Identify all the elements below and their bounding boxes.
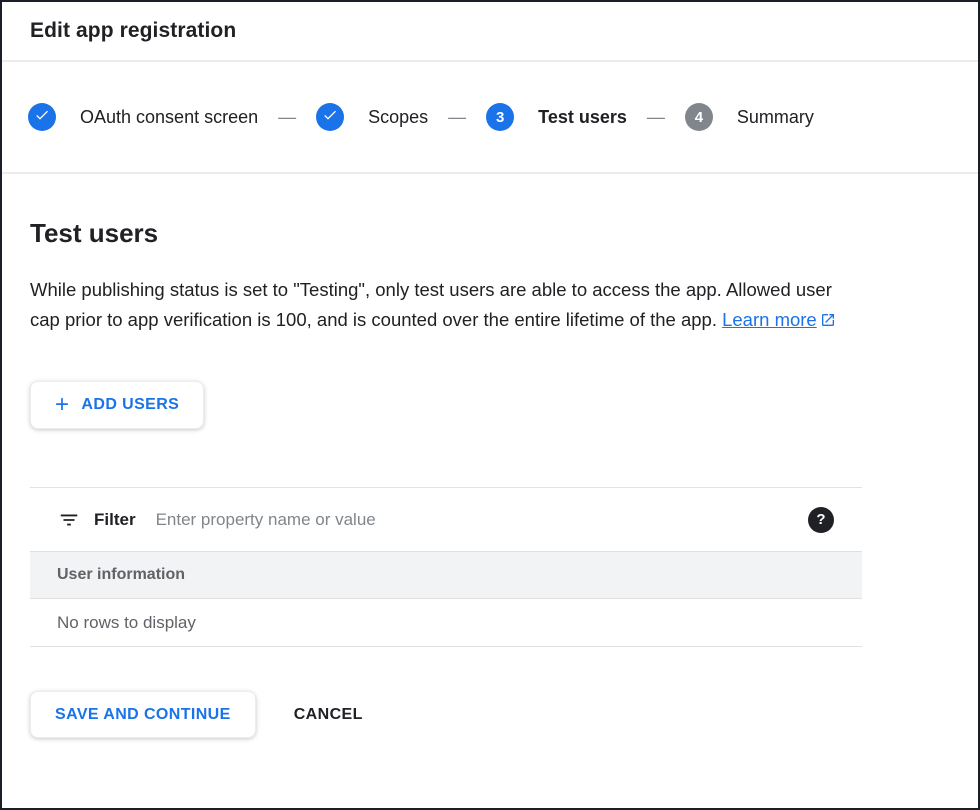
step-number: 3 [496,109,504,126]
plus-icon: + [55,393,69,417]
description-text: While publishing status is set to "Testi… [30,275,858,337]
page-title: Test users [30,218,950,249]
step-label: Scopes [368,107,428,128]
external-link-icon [820,311,836,332]
help-icon[interactable]: ? [808,507,834,533]
description-body: While publishing status is set to "Testi… [30,279,832,330]
table-header-row: User information [30,551,862,599]
add-users-button[interactable]: + ADD USERS [30,381,204,429]
edit-app-registration-dialog: Edit app registration OAuth consent scre… [2,2,978,738]
table-empty-row: No rows to display [30,599,862,647]
empty-state-message: No rows to display [57,613,196,633]
step-test-users[interactable]: 3 Test users [486,103,627,131]
step-separator: — [278,107,296,128]
test-users-table: Filter ? User information No rows to dis… [30,487,862,647]
step-scopes[interactable]: Scopes [316,103,428,131]
save-and-continue-button[interactable]: SAVE AND CONTINUE [30,691,256,738]
step-complete-badge [28,103,56,131]
step-label: OAuth consent screen [80,107,258,128]
add-users-label: ADD USERS [81,396,179,414]
check-icon [34,107,50,128]
filter-input[interactable] [156,510,808,530]
registration-stepper: OAuth consent screen — Scopes — 3 Test u… [2,62,978,174]
step-complete-badge [316,103,344,131]
step-label: Test users [538,107,627,128]
content-area: Test users While publishing status is se… [2,174,978,647]
filter-bar: Filter ? [30,487,862,551]
filter-list-icon [58,509,80,531]
step-label: Summary [737,107,814,128]
filter-label: Filter [94,510,136,530]
step-separator: — [448,107,466,128]
dialog-header: Edit app registration [2,2,978,62]
check-icon [322,107,338,128]
step-oauth-consent-screen[interactable]: OAuth consent screen [28,103,258,131]
step-number-badge: 4 [685,103,713,131]
step-number-badge: 3 [486,103,514,131]
learn-more-link[interactable]: Learn more [722,309,817,330]
dialog-title: Edit app registration [30,19,236,43]
dialog-footer: SAVE AND CONTINUE CANCEL [2,691,978,738]
step-number: 4 [695,109,703,126]
column-header-user-information: User information [57,566,185,584]
step-summary[interactable]: 4 Summary [685,103,814,131]
step-separator: — [647,107,665,128]
cancel-button[interactable]: CANCEL [294,706,363,724]
